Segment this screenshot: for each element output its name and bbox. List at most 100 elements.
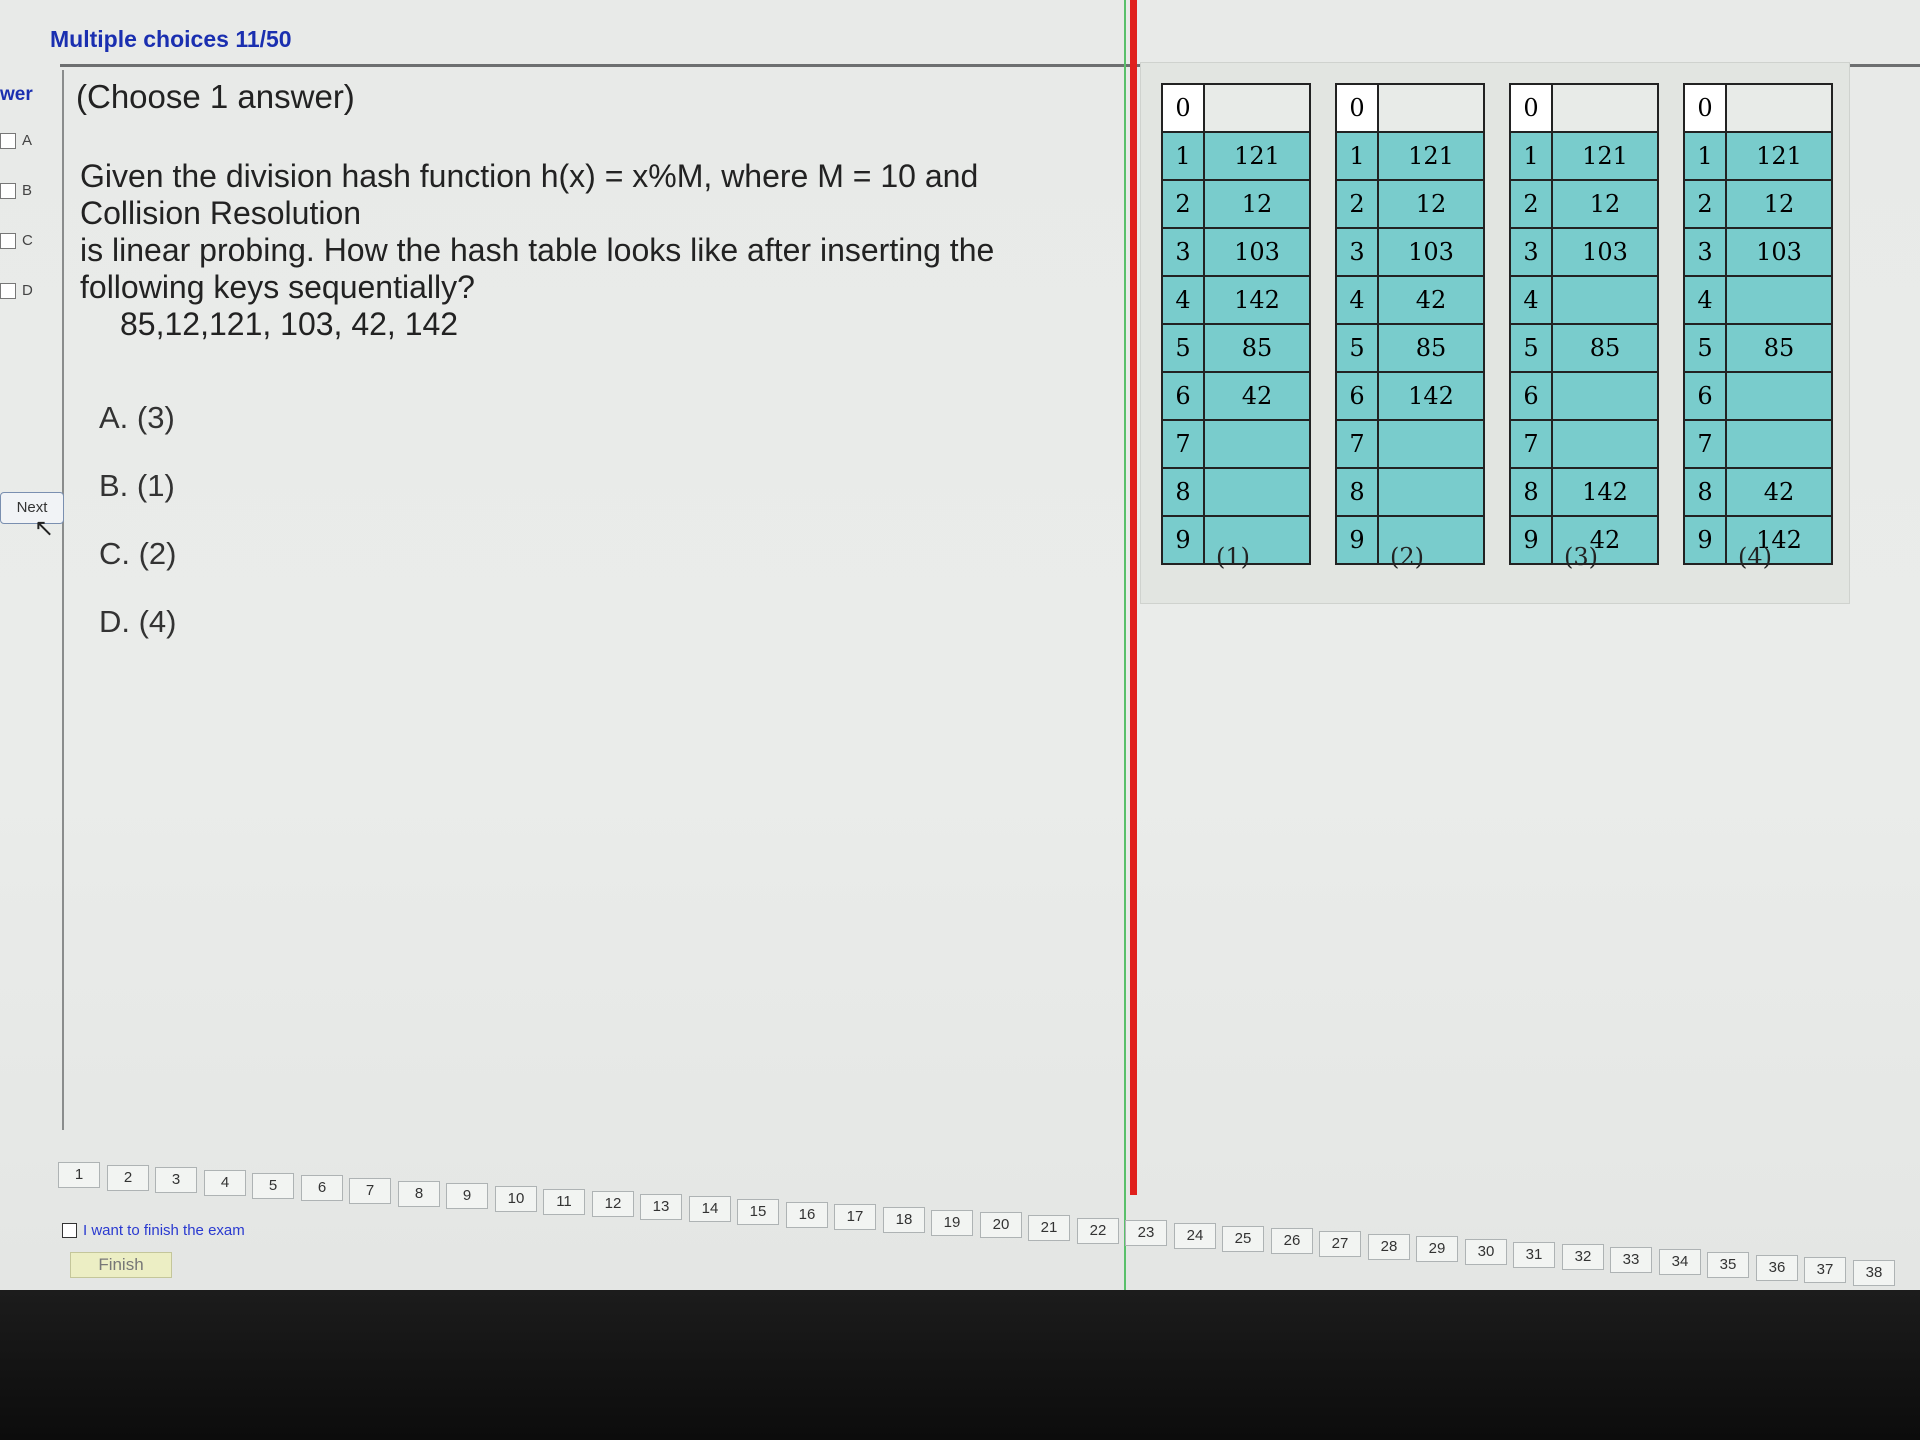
page-button[interactable]: 36	[1756, 1255, 1798, 1281]
hash-slot-value	[1203, 83, 1311, 133]
page-button[interactable]: 37	[1804, 1257, 1846, 1283]
finish-button[interactable]: Finish	[70, 1252, 172, 1278]
hash-slot-value: 103	[1551, 227, 1659, 277]
page-button[interactable]: 19	[931, 1210, 973, 1236]
hash-slot-index: 1	[1335, 131, 1379, 181]
hash-slot-value: 85	[1725, 323, 1833, 373]
page-button[interactable]: 30	[1465, 1239, 1507, 1265]
page-button[interactable]: 18	[883, 1207, 925, 1233]
hash-slot-value	[1203, 419, 1311, 469]
answer-option-d[interactable]: D	[0, 282, 33, 299]
hash-slot-value	[1725, 275, 1833, 325]
page-button[interactable]: 13	[640, 1194, 682, 1220]
page-button[interactable]: 1	[58, 1162, 100, 1188]
answer-option-label: A	[22, 132, 33, 149]
hash-table-row: 1 121	[1335, 131, 1485, 181]
page-button[interactable]: 3	[155, 1167, 197, 1193]
choice-d[interactable]: D. (4)	[99, 604, 177, 640]
page-button[interactable]: 4	[204, 1170, 246, 1196]
page-button[interactable]: 33	[1610, 1247, 1652, 1273]
question-line: Collision Resolution	[80, 195, 362, 231]
hash-slot-index: 2	[1509, 179, 1553, 229]
question-panel: (Choose 1 answer) Given the division has…	[64, 70, 1124, 1130]
page-button[interactable]: 23	[1125, 1220, 1167, 1246]
page-button[interactable]: 34	[1659, 1249, 1701, 1275]
page-button[interactable]: 14	[689, 1196, 731, 1222]
page-button[interactable]: 21	[1028, 1215, 1070, 1241]
answer-option-c[interactable]: C	[0, 232, 33, 249]
hash-slot-index: 6	[1335, 371, 1379, 421]
page-button[interactable]: 6	[301, 1175, 343, 1201]
finish-exam-checkbox[interactable]	[62, 1223, 77, 1238]
page-button[interactable]: 31	[1513, 1242, 1555, 1268]
hash-table-row: 7	[1509, 419, 1659, 469]
page-button[interactable]: 7	[349, 1178, 391, 1204]
hash-table-3: 0 1 121 2 12 3 103 4 5 85 6 7 8 142 9 42	[1509, 83, 1659, 565]
answer-option-checkbox[interactable]	[0, 282, 16, 299]
page-button[interactable]: 11	[543, 1189, 585, 1215]
next-button[interactable]: Next	[0, 492, 64, 524]
page-button[interactable]: 24	[1174, 1223, 1216, 1249]
answer-option-checkbox[interactable]	[0, 232, 16, 249]
hash-slot-index: 3	[1161, 227, 1205, 277]
page-button[interactable]: 12	[592, 1191, 634, 1217]
hash-slot-value: 121	[1725, 131, 1833, 181]
hash-slot-value: 142	[1551, 467, 1659, 517]
hash-slot-value	[1551, 371, 1659, 421]
page-button[interactable]: 29	[1416, 1236, 1458, 1262]
page-button[interactable]: 25	[1222, 1226, 1264, 1252]
mouse-cursor-icon: ↖	[34, 515, 55, 542]
answer-option-checkbox[interactable]	[0, 182, 16, 199]
page-button[interactable]: 20	[980, 1212, 1022, 1238]
page-button[interactable]: 22	[1077, 1218, 1119, 1244]
hash-table-row: 1 121	[1509, 131, 1659, 181]
page-button[interactable]: 17	[834, 1204, 876, 1230]
page-button[interactable]: 8	[398, 1181, 440, 1207]
answer-sidebar: wer A B C D Next ↖	[0, 70, 64, 1130]
page-button[interactable]: 9	[446, 1183, 488, 1209]
page-button[interactable]: 10	[495, 1186, 537, 1212]
hash-slot-index: 1	[1683, 131, 1727, 181]
hash-table-row: 4 142	[1161, 275, 1311, 325]
answer-option-checkbox[interactable]	[0, 132, 16, 149]
hash-table-row: 5 85	[1161, 323, 1311, 373]
choice-c[interactable]: C. (2)	[99, 536, 177, 572]
page-button[interactable]: 28	[1368, 1234, 1410, 1260]
page-button[interactable]: 2	[107, 1165, 149, 1191]
choice-b[interactable]: B. (1)	[99, 468, 175, 504]
hash-table-2: 0 1 121 2 12 3 103 4 42 5 85 6 142 7 8 9	[1335, 83, 1485, 565]
hash-slot-value	[1551, 275, 1659, 325]
page-button[interactable]: 32	[1562, 1244, 1604, 1270]
choice-a[interactable]: A. (3)	[99, 400, 175, 436]
hash-table-row: 0	[1683, 83, 1833, 133]
question-text: Given the division hash function h(x) = …	[80, 158, 1030, 343]
hash-slot-value: 103	[1203, 227, 1311, 277]
finish-exam-checkbox-label: I want to finish the exam	[83, 1222, 245, 1239]
answer-option-b[interactable]: B	[0, 182, 32, 199]
hash-table-caption: (4)	[1738, 543, 1772, 571]
monitor-bezel	[0, 1290, 1920, 1440]
page-button[interactable]: 26	[1271, 1228, 1313, 1254]
hash-table-row: 5 85	[1683, 323, 1833, 373]
hash-table-caption: (2)	[1390, 543, 1424, 571]
hash-slot-value: 42	[1203, 371, 1311, 421]
page-button[interactable]: 27	[1319, 1231, 1361, 1257]
hash-table-row: 4 42	[1335, 275, 1485, 325]
finish-exam-checkbox-row[interactable]: I want to finish the exam	[62, 1222, 245, 1239]
page-button[interactable]: 38	[1853, 1260, 1895, 1286]
hash-table-row: 7	[1683, 419, 1833, 469]
hash-table-row: 6	[1683, 371, 1833, 421]
page-button[interactable]: 15	[737, 1199, 779, 1225]
hash-slot-index: 2	[1683, 179, 1727, 229]
hash-slot-value	[1725, 419, 1833, 469]
answer-option-a[interactable]: A	[0, 132, 32, 149]
page-button[interactable]: 16	[786, 1202, 828, 1228]
hash-slot-index: 2	[1335, 179, 1379, 229]
hash-slot-value: 12	[1725, 179, 1833, 229]
page-button[interactable]: 5	[252, 1173, 294, 1199]
hash-table-row: 5 85	[1509, 323, 1659, 373]
page-button[interactable]: 35	[1707, 1252, 1749, 1278]
hash-slot-index: 6	[1509, 371, 1553, 421]
hash-slot-index: 3	[1335, 227, 1379, 277]
hash-table-caption: (3)	[1564, 543, 1598, 571]
